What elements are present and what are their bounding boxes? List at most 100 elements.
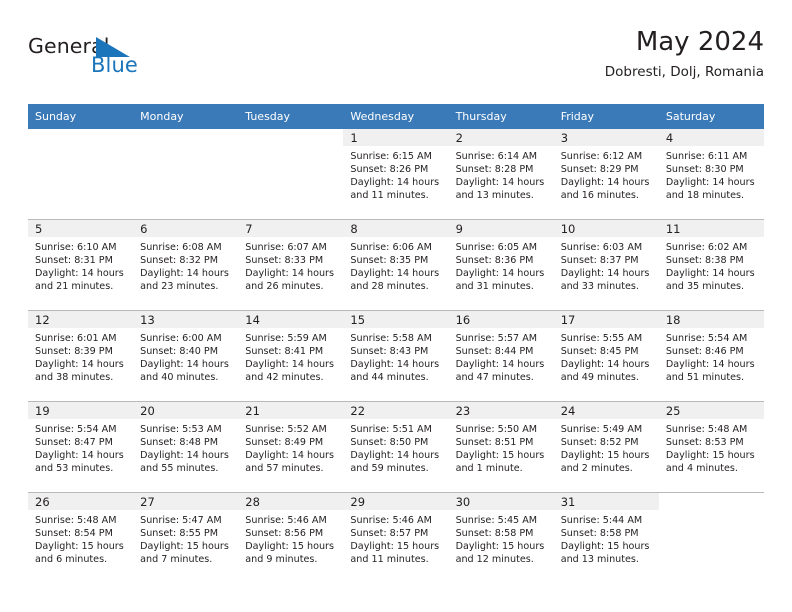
day-cell-inner: 26 Sunrise: 5:48 AM Sunset: 8:54 PM Dayligh… bbox=[28, 493, 134, 583]
daylight-text-cont: and 49 minutes. bbox=[560, 372, 639, 384]
day-cell[interactable]: 5 Sunrise: 6:10 AM Sunset: 8:31 PM Daylight… bbox=[28, 219, 134, 311]
daylight-text-cont: and 18 minutes. bbox=[665, 190, 745, 202]
calendar-table: Sunday Monday Tuesday Wednesday Thursday Frid… bbox=[28, 104, 764, 583]
day-cell[interactable]: 12 Sunrise: 6:01 AM Sunset: 8:39 PM Dayligh… bbox=[28, 310, 134, 402]
day-cell[interactable]: 1 Sunrise: 6:15 AM Sunset: 8:26 PM Daylight… bbox=[343, 129, 449, 220]
day-cell-inner: 4 Sunrise: 6:11 AM Sunset: 8:30 PM Daylight… bbox=[658, 129, 764, 219]
day-cell[interactable]: 19 Sunrise: 5:54 AM Sunset: 8:47 PM Dayligh… bbox=[28, 401, 134, 493]
day-cell[interactable]: 27 Sunrise: 5:47 AM Sunset: 8:55 PM Dayligh… bbox=[133, 492, 239, 583]
daylight-text: Daylight: 15 hours bbox=[35, 541, 124, 553]
day-cell-inner: 2 Sunrise: 6:14 AM Sunset: 8:28 PM Daylight… bbox=[448, 129, 554, 219]
day-cell[interactable]: 17 Sunrise: 5:55 AM Sunset: 8:45 PM Dayligh… bbox=[553, 310, 659, 402]
calendar-week-row: 1 Sunrise: 6:15 AM Sunset: 8:26 PM Daylight… bbox=[28, 129, 764, 220]
day-cell[interactable]: 14 Sunrise: 5:59 AM Sunset: 8:41 PM Dayligh… bbox=[238, 310, 344, 402]
day-cell-inner: 8 Sunrise: 6:06 AM Sunset: 8:35 PM Daylight… bbox=[343, 220, 449, 310]
day-cell[interactable]: 11 Sunrise: 6:02 AM Sunset: 8:38 PM Dayligh… bbox=[658, 219, 764, 311]
day-cell-inner: 21 Sunrise: 5:52 AM Sunset: 8:49 PM Dayligh… bbox=[238, 402, 344, 492]
day-cell-inner: 13 Sunrise: 6:00 AM Sunset: 8:40 PM Dayligh… bbox=[133, 311, 239, 401]
day-number: 21 bbox=[245, 404, 260, 418]
sunrise-text: Sunrise: 5:57 AM bbox=[455, 333, 538, 344]
day-cell[interactable]: 20 Sunrise: 5:53 AM Sunset: 8:48 PM Dayligh… bbox=[133, 401, 239, 493]
day-cell[interactable]: 21 Sunrise: 5:52 AM Sunset: 8:49 PM Dayligh… bbox=[238, 401, 344, 493]
day-number-band bbox=[238, 220, 344, 237]
day-details: Sunrise: 5:45 AM Sunset: 8:58 PM Daylight:… bbox=[449, 510, 554, 566]
daylight-text-cont: and 4 minutes. bbox=[665, 463, 738, 475]
day-cell[interactable]: 10 Sunrise: 6:03 AM Sunset: 8:37 PM Dayligh… bbox=[553, 219, 659, 311]
sunrise-text: Sunrise: 5:46 AM bbox=[245, 515, 327, 526]
day-details bbox=[133, 146, 238, 150]
day-details: Sunrise: 6:12 AM Sunset: 8:29 PM Daylight:… bbox=[554, 146, 659, 202]
day-cell[interactable]: 8 Sunrise: 6:06 AM Sunset: 8:35 PM Daylight… bbox=[343, 219, 449, 311]
daylight-text: Daylight: 15 hours bbox=[140, 541, 229, 553]
day-cell[interactable]: 2 Sunrise: 6:14 AM Sunset: 8:28 PM Daylight… bbox=[448, 129, 554, 220]
day-cell[interactable]: 29 Sunrise: 5:46 AM Sunset: 8:57 PM Dayligh… bbox=[343, 492, 449, 583]
day-number: 15 bbox=[350, 313, 366, 327]
day-cell[interactable]: 13 Sunrise: 6:00 AM Sunset: 8:40 PM Dayligh… bbox=[133, 310, 239, 402]
daylight-text: Daylight: 15 hours bbox=[665, 450, 755, 462]
day-cell[interactable]: 28 Sunrise: 5:46 AM Sunset: 8:56 PM Dayligh… bbox=[238, 492, 344, 583]
day-cell[interactable]: 22 Sunrise: 5:51 AM Sunset: 8:50 PM Dayligh… bbox=[343, 401, 449, 493]
daylight-text-cont: and 57 minutes. bbox=[245, 463, 324, 475]
calendar-week-row: 19 Sunrise: 5:54 AM Sunset: 8:47 PM Dayligh… bbox=[28, 401, 764, 493]
day-cell[interactable]: 6 Sunrise: 6:08 AM Sunset: 8:32 PM Daylight… bbox=[133, 219, 239, 311]
day-cell[interactable]: 4 Sunrise: 6:11 AM Sunset: 8:30 PM Daylight… bbox=[658, 129, 764, 220]
sunset-text: Sunset: 8:56 PM bbox=[245, 528, 324, 540]
day-number: 20 bbox=[140, 404, 155, 418]
day-cell[interactable]: 16 Sunrise: 5:57 AM Sunset: 8:44 PM Dayligh… bbox=[448, 310, 554, 402]
daylight-text-cont: and 16 minutes. bbox=[560, 190, 639, 202]
sunrise-text: Sunrise: 6:11 AM bbox=[665, 151, 748, 162]
sunset-text: Sunset: 8:43 PM bbox=[350, 346, 429, 358]
day-cell[interactable]: 30 Sunrise: 5:45 AM Sunset: 8:58 PM Dayligh… bbox=[448, 492, 554, 583]
daylight-text-cont: and 55 minutes. bbox=[140, 463, 219, 475]
day-details bbox=[28, 146, 133, 150]
daylight-text: Daylight: 14 hours bbox=[245, 268, 335, 280]
day-cell[interactable]: 23 Sunrise: 5:50 AM Sunset: 8:51 PM Dayligh… bbox=[448, 401, 554, 493]
day-cell-inner bbox=[658, 493, 764, 583]
day-cell[interactable]: 15 Sunrise: 5:58 AM Sunset: 8:43 PM Dayligh… bbox=[343, 310, 449, 402]
day-cell[interactable]: 24 Sunrise: 5:49 AM Sunset: 8:52 PM Dayligh… bbox=[553, 401, 659, 493]
daylight-text: Daylight: 14 hours bbox=[455, 359, 545, 371]
day-details: Sunrise: 5:46 AM Sunset: 8:56 PM Daylight:… bbox=[238, 510, 343, 566]
sunset-text: Sunset: 8:40 PM bbox=[140, 346, 218, 358]
day-number: 6 bbox=[140, 222, 148, 236]
daylight-text-cont: and 12 minutes. bbox=[455, 554, 534, 566]
day-number-band bbox=[343, 220, 449, 237]
day-cell[interactable]: 18 Sunrise: 5:54 AM Sunset: 8:46 PM Dayligh… bbox=[658, 310, 764, 402]
sunset-text: Sunset: 8:52 PM bbox=[560, 437, 639, 449]
daylight-text: Daylight: 14 hours bbox=[140, 450, 229, 462]
day-cell[interactable]: 31 Sunrise: 5:44 AM Sunset: 8:58 PM Dayligh… bbox=[553, 492, 659, 583]
day-details: Sunrise: 5:59 AM Sunset: 8:41 PM Daylight:… bbox=[238, 328, 343, 384]
day-cell-inner: 3 Sunrise: 6:12 AM Sunset: 8:29 PM Daylight… bbox=[553, 129, 659, 219]
daylight-text-cont: and 11 minutes. bbox=[350, 554, 429, 566]
sunset-text: Sunset: 8:54 PM bbox=[35, 528, 113, 540]
day-number-band bbox=[448, 220, 554, 237]
day-cell[interactable]: 3 Sunrise: 6:12 AM Sunset: 8:29 PM Daylight… bbox=[553, 129, 659, 220]
day-details: Sunrise: 6:15 AM Sunset: 8:26 PM Daylight:… bbox=[343, 146, 448, 202]
day-details: Sunrise: 5:46 AM Sunset: 8:57 PM Daylight:… bbox=[343, 510, 448, 566]
daylight-text-cont: and 51 minutes. bbox=[665, 372, 745, 384]
day-cell[interactable]: 25 Sunrise: 5:48 AM Sunset: 8:53 PM Dayligh… bbox=[658, 401, 764, 493]
day-cell[interactable]: 7 Sunrise: 6:07 AM Sunset: 8:33 PM Daylight… bbox=[238, 219, 344, 311]
day-details: Sunrise: 5:48 AM Sunset: 8:54 PM Daylight:… bbox=[28, 510, 133, 566]
day-details: Sunrise: 6:06 AM Sunset: 8:35 PM Daylight:… bbox=[343, 237, 448, 293]
daylight-text: Daylight: 15 hours bbox=[560, 450, 650, 462]
day-number: 13 bbox=[140, 313, 155, 327]
calendar-week-row: 12 Sunrise: 6:01 AM Sunset: 8:39 PM Dayligh… bbox=[28, 310, 764, 402]
sunrise-text: Sunrise: 6:03 AM bbox=[560, 242, 643, 253]
day-number: 10 bbox=[560, 222, 576, 236]
daylight-text-cont: and 9 minutes. bbox=[245, 554, 318, 566]
day-details bbox=[238, 146, 343, 150]
day-number-band bbox=[448, 129, 554, 146]
daylight-text: Daylight: 14 hours bbox=[35, 359, 124, 371]
sunset-text: Sunset: 8:37 PM bbox=[560, 255, 639, 267]
sunset-text: Sunset: 8:44 PM bbox=[455, 346, 534, 358]
day-cell[interactable]: 26 Sunrise: 5:48 AM Sunset: 8:54 PM Dayligh… bbox=[28, 492, 134, 583]
brand-logo[interactable]: General Blue bbox=[28, 36, 208, 92]
sunset-text: Sunset: 8:38 PM bbox=[665, 255, 744, 267]
sunrise-text: Sunrise: 6:07 AM bbox=[245, 242, 327, 253]
sunrise-text: Sunrise: 6:12 AM bbox=[560, 151, 643, 162]
day-cell-inner: 16 Sunrise: 5:57 AM Sunset: 8:44 PM Dayligh… bbox=[448, 311, 554, 401]
day-cell-inner: 23 Sunrise: 5:50 AM Sunset: 8:51 PM Dayligh… bbox=[448, 402, 554, 492]
day-cell[interactable]: 9 Sunrise: 6:05 AM Sunset: 8:36 PM Daylight… bbox=[448, 219, 554, 311]
day-number-band bbox=[133, 220, 239, 237]
